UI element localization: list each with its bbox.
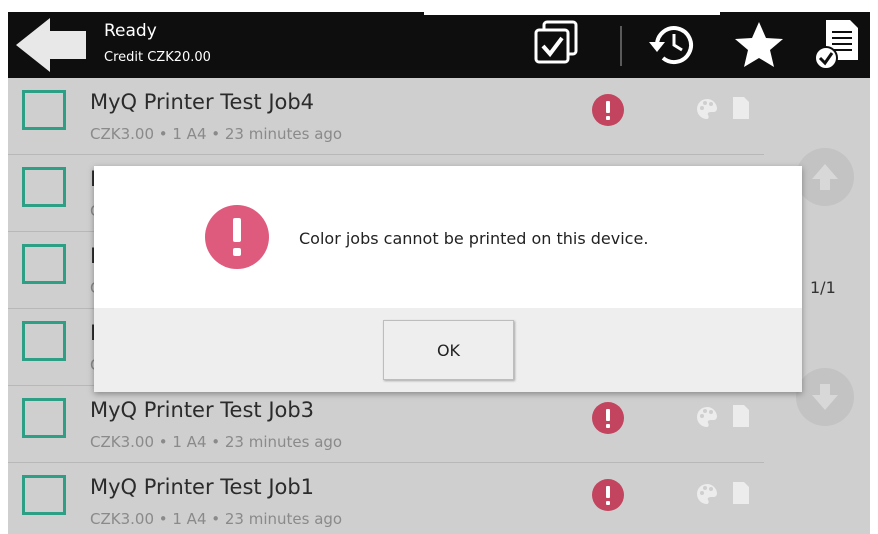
- job-row[interactable]: MyQ Printer Test Job3 CZK3.00 • 1 A4 • 2…: [8, 386, 768, 463]
- top-bar: Ready Credit CZK20.00: [8, 12, 870, 78]
- toolbar-divider: [620, 26, 622, 66]
- status-title: Ready: [104, 21, 157, 41]
- error-dialog: Color jobs cannot be printed on this dev…: [94, 166, 802, 392]
- job-row[interactable]: MyQ Printer Test Job1 CZK3.00 • 1 A4 • 2…: [8, 463, 768, 534]
- job-checkbox[interactable]: [22, 398, 66, 438]
- print-all-icon: [814, 20, 858, 70]
- history-button[interactable]: [640, 12, 706, 78]
- page-icon: [733, 405, 749, 427]
- job-title: MyQ Printer Test Job1: [90, 475, 315, 499]
- job-checkbox[interactable]: [22, 475, 66, 515]
- color-palette-icon: [697, 98, 717, 119]
- page-indicator: 1/1: [810, 278, 836, 297]
- history-icon: [649, 26, 693, 64]
- warning-icon: [205, 205, 269, 269]
- job-meta: CZK3.00 • 1 A4 • 23 minutes ago: [90, 510, 343, 528]
- print-all-button[interactable]: [804, 12, 870, 78]
- warning-icon[interactable]: [592, 479, 624, 511]
- dialog-message: Color jobs cannot be printed on this dev…: [299, 229, 649, 248]
- back-button[interactable]: [8, 12, 94, 78]
- arrow-up-icon: [812, 164, 838, 190]
- job-checkbox[interactable]: [22, 167, 66, 207]
- job-meta: CZK3.00 • 1 A4 • 23 minutes ago: [90, 125, 343, 143]
- top-notch: [424, 12, 720, 15]
- job-checkbox[interactable]: [22, 90, 66, 130]
- job-checkbox[interactable]: [22, 244, 66, 284]
- scroll-up-button[interactable]: [796, 148, 854, 206]
- color-palette-icon: [697, 483, 717, 504]
- warning-icon[interactable]: [592, 402, 624, 434]
- color-palette-icon: [697, 406, 717, 427]
- favorites-star-icon: [735, 22, 783, 67]
- job-title: MyQ Printer Test Job4: [90, 90, 315, 114]
- job-meta: CZK3.00 • 1 A4 • 23 minutes ago: [90, 433, 343, 451]
- page-icon: [733, 97, 749, 119]
- warning-icon[interactable]: [592, 94, 624, 126]
- job-title: MyQ Printer Test Job3: [90, 398, 315, 422]
- job-checkbox[interactable]: [22, 321, 66, 361]
- page-icon: [733, 482, 749, 504]
- job-row[interactable]: MyQ Printer Test Job4 CZK3.00 • 1 A4 • 2…: [8, 78, 768, 155]
- scroll-down-button[interactable]: [796, 368, 854, 426]
- back-arrow-icon: [16, 18, 86, 72]
- select-all-button[interactable]: [524, 12, 590, 78]
- select-all-icon: [534, 20, 578, 64]
- favorites-button[interactable]: [726, 12, 792, 78]
- ok-button[interactable]: OK: [383, 320, 514, 380]
- credit-label: Credit CZK20.00: [104, 50, 211, 65]
- arrow-down-icon: [812, 384, 838, 410]
